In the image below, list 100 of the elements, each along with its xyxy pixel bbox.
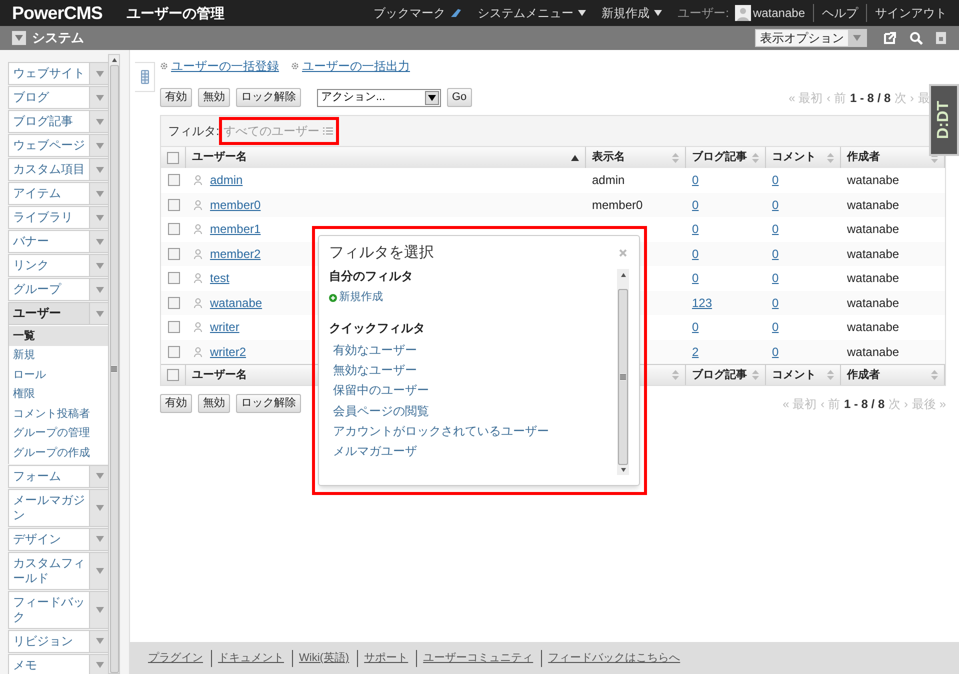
sidebar-item[interactable]: カスタム項目 [8, 158, 110, 181]
scrollbar[interactable] [108, 54, 120, 674]
checkbox[interactable] [168, 174, 180, 186]
close-icon[interactable] [619, 249, 627, 258]
quick-filter-link[interactable]: 会員ページの閲覧 [329, 400, 617, 421]
username-link[interactable]: watanabe [210, 294, 262, 312]
username-link[interactable]: writer2 [210, 342, 246, 361]
comment-count-link[interactable]: 0 [772, 344, 779, 359]
sidebar-item[interactable]: ライブラリ [8, 206, 110, 229]
scope-dropdown[interactable] [12, 31, 26, 45]
comment-count-link[interactable]: 0 [772, 271, 779, 286]
username-link[interactable]: admin [210, 171, 243, 190]
sidebar-item[interactable]: デザイン [8, 528, 110, 550]
quick-filter-link[interactable]: 有効なユーザー [329, 340, 617, 360]
bookmark-menu[interactable]: ブックマーク [374, 4, 462, 22]
sidebar-subitem[interactable]: 権限 [9, 384, 109, 404]
username-link[interactable]: writer [210, 318, 240, 336]
checkbox[interactable] [168, 346, 180, 358]
blog-count-link[interactable]: 0 [692, 198, 699, 212]
sidebar-item[interactable]: フォーム [8, 464, 110, 488]
sidebar-item[interactable]: メールマガジン [8, 488, 110, 526]
action-link[interactable]: ユーザーの一括登録 [171, 57, 279, 75]
sidebar-item[interactable]: リンク [8, 254, 110, 277]
sidebar-item[interactable]: ユーザー [8, 302, 110, 325]
dropdown-menu[interactable]: システムメニュー [478, 4, 586, 22]
checkbox[interactable] [168, 296, 180, 309]
sidebar-item[interactable]: メモ [8, 654, 110, 674]
column-header[interactable]: 表示名 [592, 149, 672, 166]
checkbox[interactable] [167, 369, 179, 381]
sidebar-item[interactable]: ウェブページ [8, 134, 110, 157]
blog-count-link[interactable]: 0 [692, 320, 699, 334]
blog-count-link[interactable]: 2 [692, 344, 699, 359]
footer-link[interactable]: プラグイン [148, 650, 203, 666]
user-link[interactable]: watanabe [734, 4, 805, 22]
sidebar-item[interactable]: グループ [8, 278, 110, 301]
blog-count-link[interactable]: 0 [692, 246, 699, 261]
quick-filter-link[interactable]: アカウントがロックされているユーザー [329, 420, 617, 441]
username-link[interactable]: member0 [210, 196, 261, 214]
column-header[interactable]: ブログ記事 [692, 149, 752, 166]
blog-count-link[interactable]: 0 [692, 271, 699, 286]
scroll-up-icon[interactable] [620, 272, 626, 276]
action-button[interactable]: 有効 [160, 394, 192, 413]
scroll-down-icon[interactable] [620, 468, 626, 472]
footer-link[interactable]: Wiki(英語) [292, 650, 350, 666]
footer-link[interactable]: ドキュメント [211, 650, 284, 666]
dropdown-menu[interactable]: 新規作成 [602, 4, 662, 22]
search-icon[interactable] [909, 31, 923, 45]
column-header[interactable]: 作成者 [847, 149, 931, 166]
header-link[interactable]: サインアウト [866, 4, 947, 22]
checkbox[interactable] [168, 321, 180, 334]
action-button[interactable]: 無効 [198, 88, 230, 107]
comment-count-link[interactable]: 0 [772, 173, 779, 188]
sidebar-item[interactable]: フィードバック [8, 590, 110, 628]
column-footer[interactable]: 作成者 [847, 366, 931, 384]
sidebar-item[interactable]: ブログ [8, 86, 110, 109]
footer-link[interactable]: サポート [357, 650, 408, 666]
blog-count-link[interactable]: 0 [692, 222, 699, 236]
sidebar-item[interactable]: ブログ記事 [8, 110, 110, 133]
sidebar-subitem[interactable]: グループの作成 [9, 443, 109, 462]
quick-filter-link[interactable]: 保留中のユーザー [329, 380, 617, 400]
sidebar-subitem[interactable]: コメント投稿者 [9, 404, 109, 424]
sidebar-item[interactable]: ウェブサイト [8, 62, 110, 85]
sort-ascending-icon[interactable] [571, 154, 579, 160]
sidebar-item[interactable]: リビジョン [8, 630, 110, 652]
column-header[interactable]: コメント [772, 149, 827, 166]
checkbox[interactable] [168, 248, 180, 260]
comment-count-link[interactable]: 0 [772, 198, 779, 212]
checkbox[interactable] [168, 272, 180, 284]
grip-icon[interactable] [620, 374, 626, 380]
footer-link[interactable]: ユーザーコミュニティ [416, 650, 534, 666]
comment-count-link[interactable]: 0 [772, 320, 779, 334]
action-button[interactable]: 無効 [198, 394, 230, 413]
debug-badge[interactable]: D:DT [929, 84, 959, 156]
footer-link[interactable]: フィードバックはこちらへ [541, 650, 680, 666]
comment-count-link[interactable]: 0 [772, 246, 779, 261]
blog-count-link[interactable]: 123 [692, 296, 712, 310]
sidebar-item[interactable]: カスタムフィールド [8, 552, 110, 590]
grip-icon[interactable] [111, 366, 117, 372]
comment-count-link[interactable]: 0 [772, 222, 779, 236]
list-icon[interactable] [323, 127, 334, 135]
action-link[interactable]: ユーザーの一括出力 [302, 57, 410, 75]
sidebar-subitem[interactable]: ロール [9, 365, 109, 384]
quick-filter-link[interactable]: メルマガユーザ [329, 440, 617, 462]
sidebar-subitem[interactable]: グループの管理 [9, 424, 109, 443]
column-footer[interactable]: ブログ記事 [692, 366, 752, 384]
create-filter-link[interactable]: 新規作成 [329, 288, 617, 306]
external-link-icon[interactable] [883, 31, 897, 45]
sidebar-item[interactable]: バナー [8, 230, 110, 253]
action-button[interactable]: Go [447, 88, 472, 107]
blog-count-link[interactable]: 0 [692, 173, 699, 188]
action-button[interactable]: ロック解除 [236, 394, 301, 413]
scrollbar[interactable] [617, 268, 629, 475]
checkbox[interactable] [167, 152, 179, 164]
scroll-up-icon[interactable] [112, 58, 116, 62]
header-link[interactable]: ヘルプ [813, 4, 858, 22]
comment-count-link[interactable]: 0 [772, 296, 779, 310]
checkbox[interactable] [168, 223, 180, 236]
logo[interactable]: PowerCMS [12, 0, 102, 26]
action-button[interactable]: ロック解除 [236, 88, 301, 107]
column-header[interactable]: ユーザー名 [192, 149, 571, 166]
